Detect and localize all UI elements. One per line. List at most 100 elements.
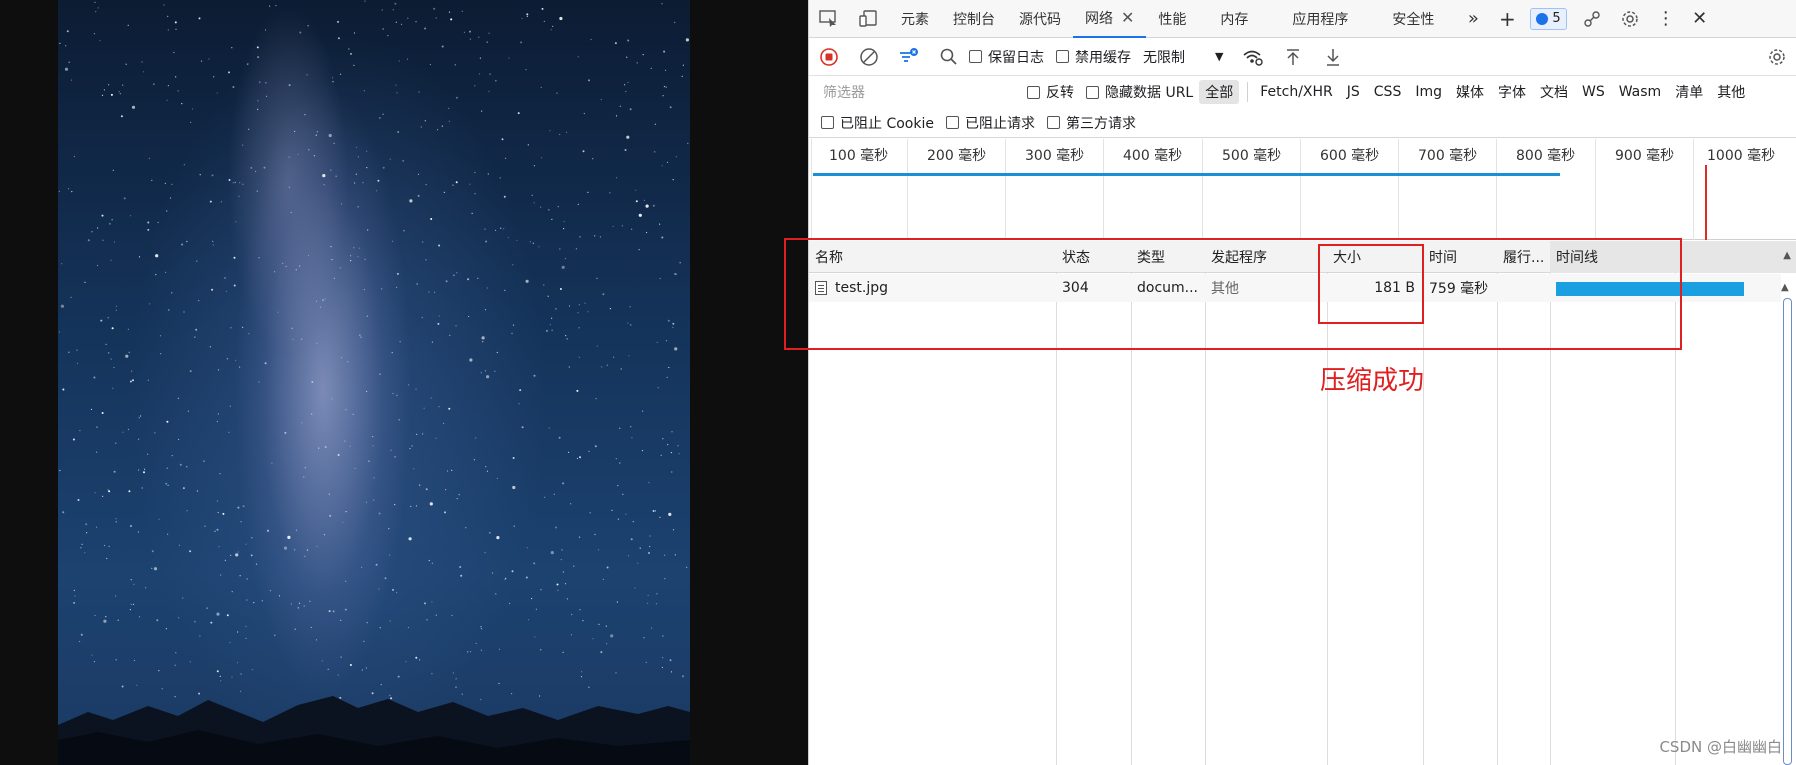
overview-tick-label: 800 毫秒 [1516,148,1576,164]
tab-elements[interactable]: 元素 [889,0,941,38]
dropdown-caret-icon: ▼ [1215,50,1224,63]
settings-gear-icon[interactable] [1611,0,1649,38]
record-stop-icon[interactable] [809,38,849,76]
tab-console[interactable]: 控制台 [941,0,1007,38]
hide-data-urls-label: 隐藏数据 URL [1105,85,1194,101]
filter-bar: 筛选器 反转 隐藏数据 URL 全部 Fetch/XHR JS CSS Img … [809,76,1796,108]
checkbox-box[interactable] [1086,85,1099,99]
tab-performance[interactable]: 性能 [1146,0,1198,38]
filter-type-css[interactable]: CSS [1368,82,1408,102]
filter-icon[interactable] [889,38,929,76]
tab-label: 元素 [901,11,929,28]
tab-application[interactable]: 应用程序 [1270,0,1370,38]
third-party-checkbox[interactable]: 第三方请求 [1046,113,1136,133]
issues-badge[interactable]: 5 [1530,7,1567,30]
vertical-scrollbar[interactable]: ▲ [1780,274,1794,765]
filter-type-wasm[interactable]: Wasm [1613,82,1667,102]
overview-request-bar [813,173,1560,176]
overview-tick-label: 200 毫秒 [927,148,987,164]
disable-cache-checkbox[interactable]: 禁用缓存 [1056,47,1131,67]
clear-icon[interactable] [849,38,889,76]
issues-count: 5 [1552,11,1561,26]
tab-sources[interactable]: 源代码 [1007,0,1073,38]
tab-label: 源代码 [1019,11,1061,28]
more-options-icon[interactable]: ⋮ [1649,0,1683,38]
filter-type-fetch-xhr[interactable]: Fetch/XHR [1254,82,1339,102]
inspect-element-icon[interactable] [809,0,849,38]
tab-label: 控制台 [953,11,995,28]
checkbox-box[interactable] [1027,85,1040,99]
checkbox-box[interactable] [945,116,959,129]
annotation-label: 压缩成功 [1320,366,1425,396]
filter-type-js[interactable]: JS [1341,82,1366,102]
network-conditions-icon[interactable] [1233,38,1273,76]
filter-type-doc[interactable]: 文档 [1534,80,1574,104]
tab-label: 性能 [1158,11,1187,28]
filter-type-other[interactable]: 其他 [1711,80,1751,104]
blocked-requests-checkbox[interactable]: 已阻止请求 [945,113,1035,133]
tab-label: 网络 [1085,10,1113,27]
throttling-value: 无限制 [1143,49,1185,66]
overview-tick-label: 600 毫秒 [1320,148,1380,164]
filter-type-all[interactable]: 全部 [1199,80,1240,104]
invert-checkbox[interactable]: 反转 [1027,82,1074,102]
device-toolbar-icon[interactable] [849,0,889,38]
overview-tick-label: 900 毫秒 [1615,148,1675,164]
annotation-box-request-row [784,238,1682,350]
message-icon [1536,12,1549,25]
filter-type-ws[interactable]: WS [1576,82,1611,102]
blocked-cookies-label: 已阻止 Cookie [840,115,934,132]
sort-ascending-icon: ▲ [1783,250,1791,261]
filter-type-font[interactable]: 字体 [1492,80,1532,104]
checkbox-box[interactable] [821,116,834,129]
screenshot-root: 元素 控制台 源代码 网络 ✕ 性能 内存 应用程序 安全性 » + 5 ⋮ ✕ [0,0,1796,765]
export-har-icon[interactable] [1313,38,1353,76]
divider [1247,82,1249,102]
filter-type-media[interactable]: 媒体 [1450,80,1490,104]
filter-input[interactable]: 筛选器 [817,80,1017,104]
devtools-panel: 元素 控制台 源代码 网络 ✕ 性能 内存 应用程序 安全性 » + 5 ⋮ ✕ [808,0,1796,765]
devtools-tab-strip: 元素 控制台 源代码 网络 ✕ 性能 内存 应用程序 安全性 » + 5 ⋮ ✕ [809,0,1796,38]
search-icon[interactable] [929,38,969,76]
overview-tick-label: 500 毫秒 [1222,148,1282,164]
watermark: CSDN @白幽幽白 [1659,738,1782,756]
more-tabs-icon[interactable]: » [1456,0,1490,38]
checkbox-box[interactable] [1046,116,1060,129]
close-tab-icon[interactable]: ✕ [1121,8,1134,27]
blocked-cookies-checkbox[interactable]: 已阻止 Cookie [821,113,934,133]
import-har-icon[interactable] [1273,38,1313,76]
network-settings-gear-icon[interactable] [1757,38,1796,76]
disable-cache-label: 禁用缓存 [1075,49,1131,66]
load-event-marker [1705,165,1707,240]
overview-tick-label: 300 毫秒 [1025,148,1085,164]
filter-type-img[interactable]: Img [1409,82,1448,102]
network-overview[interactable]: 100 毫秒 200 毫秒 300 毫秒 400 毫秒 500 毫秒 600 毫… [809,139,1796,240]
scrollbar-track[interactable] [1783,298,1792,765]
tab-label: 内存 [1220,11,1249,28]
tab-memory[interactable]: 内存 [1198,0,1270,38]
filter-type-manifest[interactable]: 清单 [1669,80,1709,104]
overview-tick-label: 1000 毫秒 [1707,148,1776,164]
tab-security[interactable]: 安全性 [1370,0,1456,38]
add-tab-icon[interactable]: + [1490,0,1524,38]
network-toolbar: 保留日志 禁用缓存 无限制 ▼ [809,38,1796,76]
close-devtools-icon[interactable]: ✕ [1683,0,1717,38]
overview-tick-label: 100 毫秒 [829,148,889,164]
hide-data-urls-checkbox[interactable]: 隐藏数据 URL [1086,82,1193,102]
milky-way-photo [58,0,690,765]
overview-tick-label: 400 毫秒 [1123,148,1183,164]
invert-label: 反转 [1046,85,1074,101]
preserve-log-checkbox[interactable]: 保留日志 [969,47,1044,67]
tab-label: 应用程序 [1292,11,1349,28]
annotation-box-size [1318,244,1424,324]
tab-network[interactable]: 网络 ✕ [1073,0,1147,38]
connected-icon[interactable] [1573,0,1611,38]
mountain-silhouette [58,696,690,765]
image-preview-pane [0,0,808,765]
checkbox-box[interactable] [969,50,982,63]
filter-bar-secondary: 已阻止 Cookie 已阻止请求 第三方请求 [809,108,1796,138]
checkbox-box[interactable] [1056,50,1069,63]
blocked-requests-label: 已阻止请求 [964,115,1035,132]
scroll-up-arrow-icon[interactable]: ▲ [1781,282,1789,293]
throttling-select[interactable]: 无限制 ▼ [1143,47,1223,67]
